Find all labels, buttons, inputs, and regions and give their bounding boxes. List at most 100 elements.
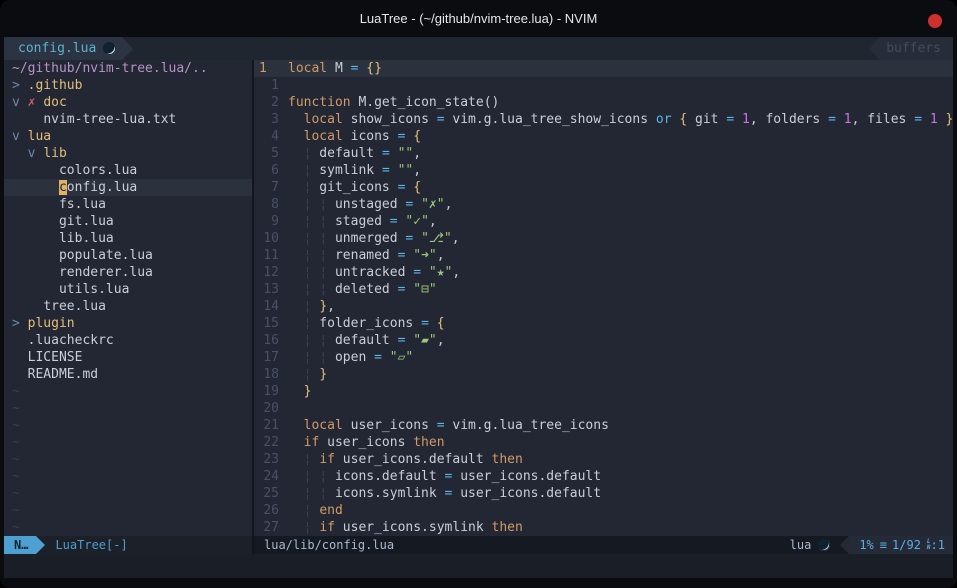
code-line[interactable]: 23 ¦ if user_icons.default then [254,451,953,468]
code-line[interactable]: 25 ¦ ¦ icons.symlink = user_icons.defaul… [254,485,953,502]
buffers-section-label: buffers [880,37,953,60]
tree-item-label: README.md [28,367,98,382]
tree-item[interactable]: git.lua [4,213,252,230]
line-number: 10 [254,230,288,247]
tree-item[interactable]: .luacheckrc [4,332,252,349]
tree-item-label: colors.lua [59,163,137,178]
code-line[interactable]: 10 ¦ ¦ unmerged = "⎇", [254,230,953,247]
tree-item-label: populate.lua [59,248,153,263]
tree-item-label: LICENSE [28,350,83,365]
tab-label: config.lua [18,41,96,56]
line-number: 4 [254,128,288,145]
tree-item[interactable]: v ✗ doc [4,94,252,111]
code-line[interactable]: 24 ¦ ¦ icons.default = user_icons.defaul… [254,468,953,485]
line-number: 9 [254,213,288,230]
close-button[interactable] [928,14,942,28]
tree-item[interactable]: utils.lua [4,281,252,298]
chevron-down-icon[interactable]: v [12,95,28,110]
line-number: 21 [254,417,288,434]
tree-item[interactable]: config.lua [4,179,252,196]
code-line[interactable]: 22 if user_icons then [254,434,953,451]
line-number: 1 [254,60,288,77]
line-number: 12 [254,264,288,281]
line-number: 25 [254,485,288,502]
tree-buffer-name: LuaTree[-] [45,536,127,554]
line-number: 11 [254,247,288,264]
line-number: 24 [254,468,288,485]
line-number: 14 [254,298,288,315]
tree-item[interactable]: nvim-tree-lua.txt [4,111,252,128]
tree-item[interactable]: > .github [4,77,252,94]
code-line[interactable]: 1 [254,77,953,94]
code-line[interactable]: 7 ¦ git_icons = { [254,179,953,196]
line-number: 13 [254,281,288,298]
code-line[interactable]: 1local M = {} [254,60,953,77]
code-line[interactable]: 13 ¦ ¦ deleted = "⊟" [254,281,953,298]
tree-item[interactable]: v lua [4,128,252,145]
chevron-right-icon[interactable]: > [12,316,28,331]
line-number: 3 [254,111,288,128]
tree-item[interactable]: > plugin [4,315,252,332]
tree-root[interactable]: ~/github/nvim-tree.lua/.. [4,60,252,77]
tab-config-lua[interactable]: config.lua [4,37,122,60]
line-number: 26 [254,502,288,519]
statusline: N… LuaTree[-] lua/lib/config.lua lua 1% … [4,536,953,554]
lines-icon: ≡ [880,536,886,554]
mode-powerline-arrow [36,536,45,554]
code-line[interactable]: 20 [254,400,953,417]
tree-item[interactable]: tree.lua [4,298,252,315]
stats-powerline-chevron [840,536,849,554]
tree-statusline: N… LuaTree[-] [4,536,252,554]
statusline-right: lua 1% ≡ 1/92 LN :1 [790,536,953,554]
chevron-down-icon[interactable]: v [28,146,44,161]
tree-item[interactable]: fs.lua [4,196,252,213]
filetype-label: lua [790,536,812,554]
code-line[interactable]: 2function M.get_icon_state() [254,94,953,111]
code-line[interactable]: 5 ¦ default = "", [254,145,953,162]
terminal-window: LuaTree - (~/github/nvim-tree.lua) - NVI… [0,0,957,588]
code-line[interactable]: 6 ¦ symlink = "", [254,162,953,179]
empty-line-marker: ~ [4,502,252,519]
code-line[interactable]: 27 ¦ if user_icons.symlink then [254,519,953,536]
line-number: 19 [254,383,288,400]
line-number: 18 [254,366,288,383]
code-line[interactable]: 9 ¦ ¦ staged = "✓", [254,213,953,230]
lua-moon-icon [103,42,116,55]
tree-item[interactable]: README.md [4,366,252,383]
line-number: 6 [254,162,288,179]
line-number: 15 [254,315,288,332]
scroll-percent: 1% [859,536,873,554]
code-line[interactable]: 16 ¦ ¦ default = "▰", [254,332,953,349]
chevron-right-icon[interactable]: > [12,78,28,93]
empty-line-marker: ~ [4,451,252,468]
chevron-down-icon[interactable]: v [12,129,28,144]
command-line[interactable] [4,554,953,578]
code-line[interactable]: 17 ¦ ¦ open = "▱" [254,349,953,366]
window-title: LuaTree - (~/github/nvim-tree.lua) - NVI… [360,11,598,26]
git-dirty-icon: ✗ [28,95,44,110]
code-line[interactable]: 8 ¦ ¦ unstaged = "✗", [254,196,953,213]
tree-item[interactable]: lib.lua [4,230,252,247]
tree-item[interactable]: v lib [4,145,252,162]
code-line[interactable]: 12 ¦ ¦ untracked = "★", [254,264,953,281]
code-line[interactable]: 11 ¦ ¦ renamed = "➜", [254,247,953,264]
tree-item-label: .github [28,78,83,93]
line-number: 2 [254,94,288,111]
code-line[interactable]: 21 local user_icons = vim.g.lua_tree_ico… [254,417,953,434]
tree-item[interactable]: colors.lua [4,162,252,179]
tree-item[interactable]: renderer.lua [4,264,252,281]
tree-item-label: fs.lua [59,197,106,212]
tree-item[interactable]: populate.lua [4,247,252,264]
code-line[interactable]: 3 local show_icons = vim.g.lua_tree_show… [254,111,953,128]
code-line[interactable]: 14 ¦ }, [254,298,953,315]
file-tree-pane: ~/github/nvim-tree.lua/..> .githubv ✗ do… [4,60,252,536]
line-number: 16 [254,332,288,349]
code-line[interactable]: 15 ¦ folder_icons = { [254,315,953,332]
code-line[interactable]: 19 } [254,383,953,400]
code-line[interactable]: 26 ¦ end [254,502,953,519]
tree-item[interactable]: LICENSE [4,349,252,366]
code-line[interactable]: 4 local icons = { [254,128,953,145]
tree-item-label: lib [43,146,66,161]
code-line[interactable]: 18 ¦ } [254,366,953,383]
empty-line-marker: ~ [4,468,252,485]
